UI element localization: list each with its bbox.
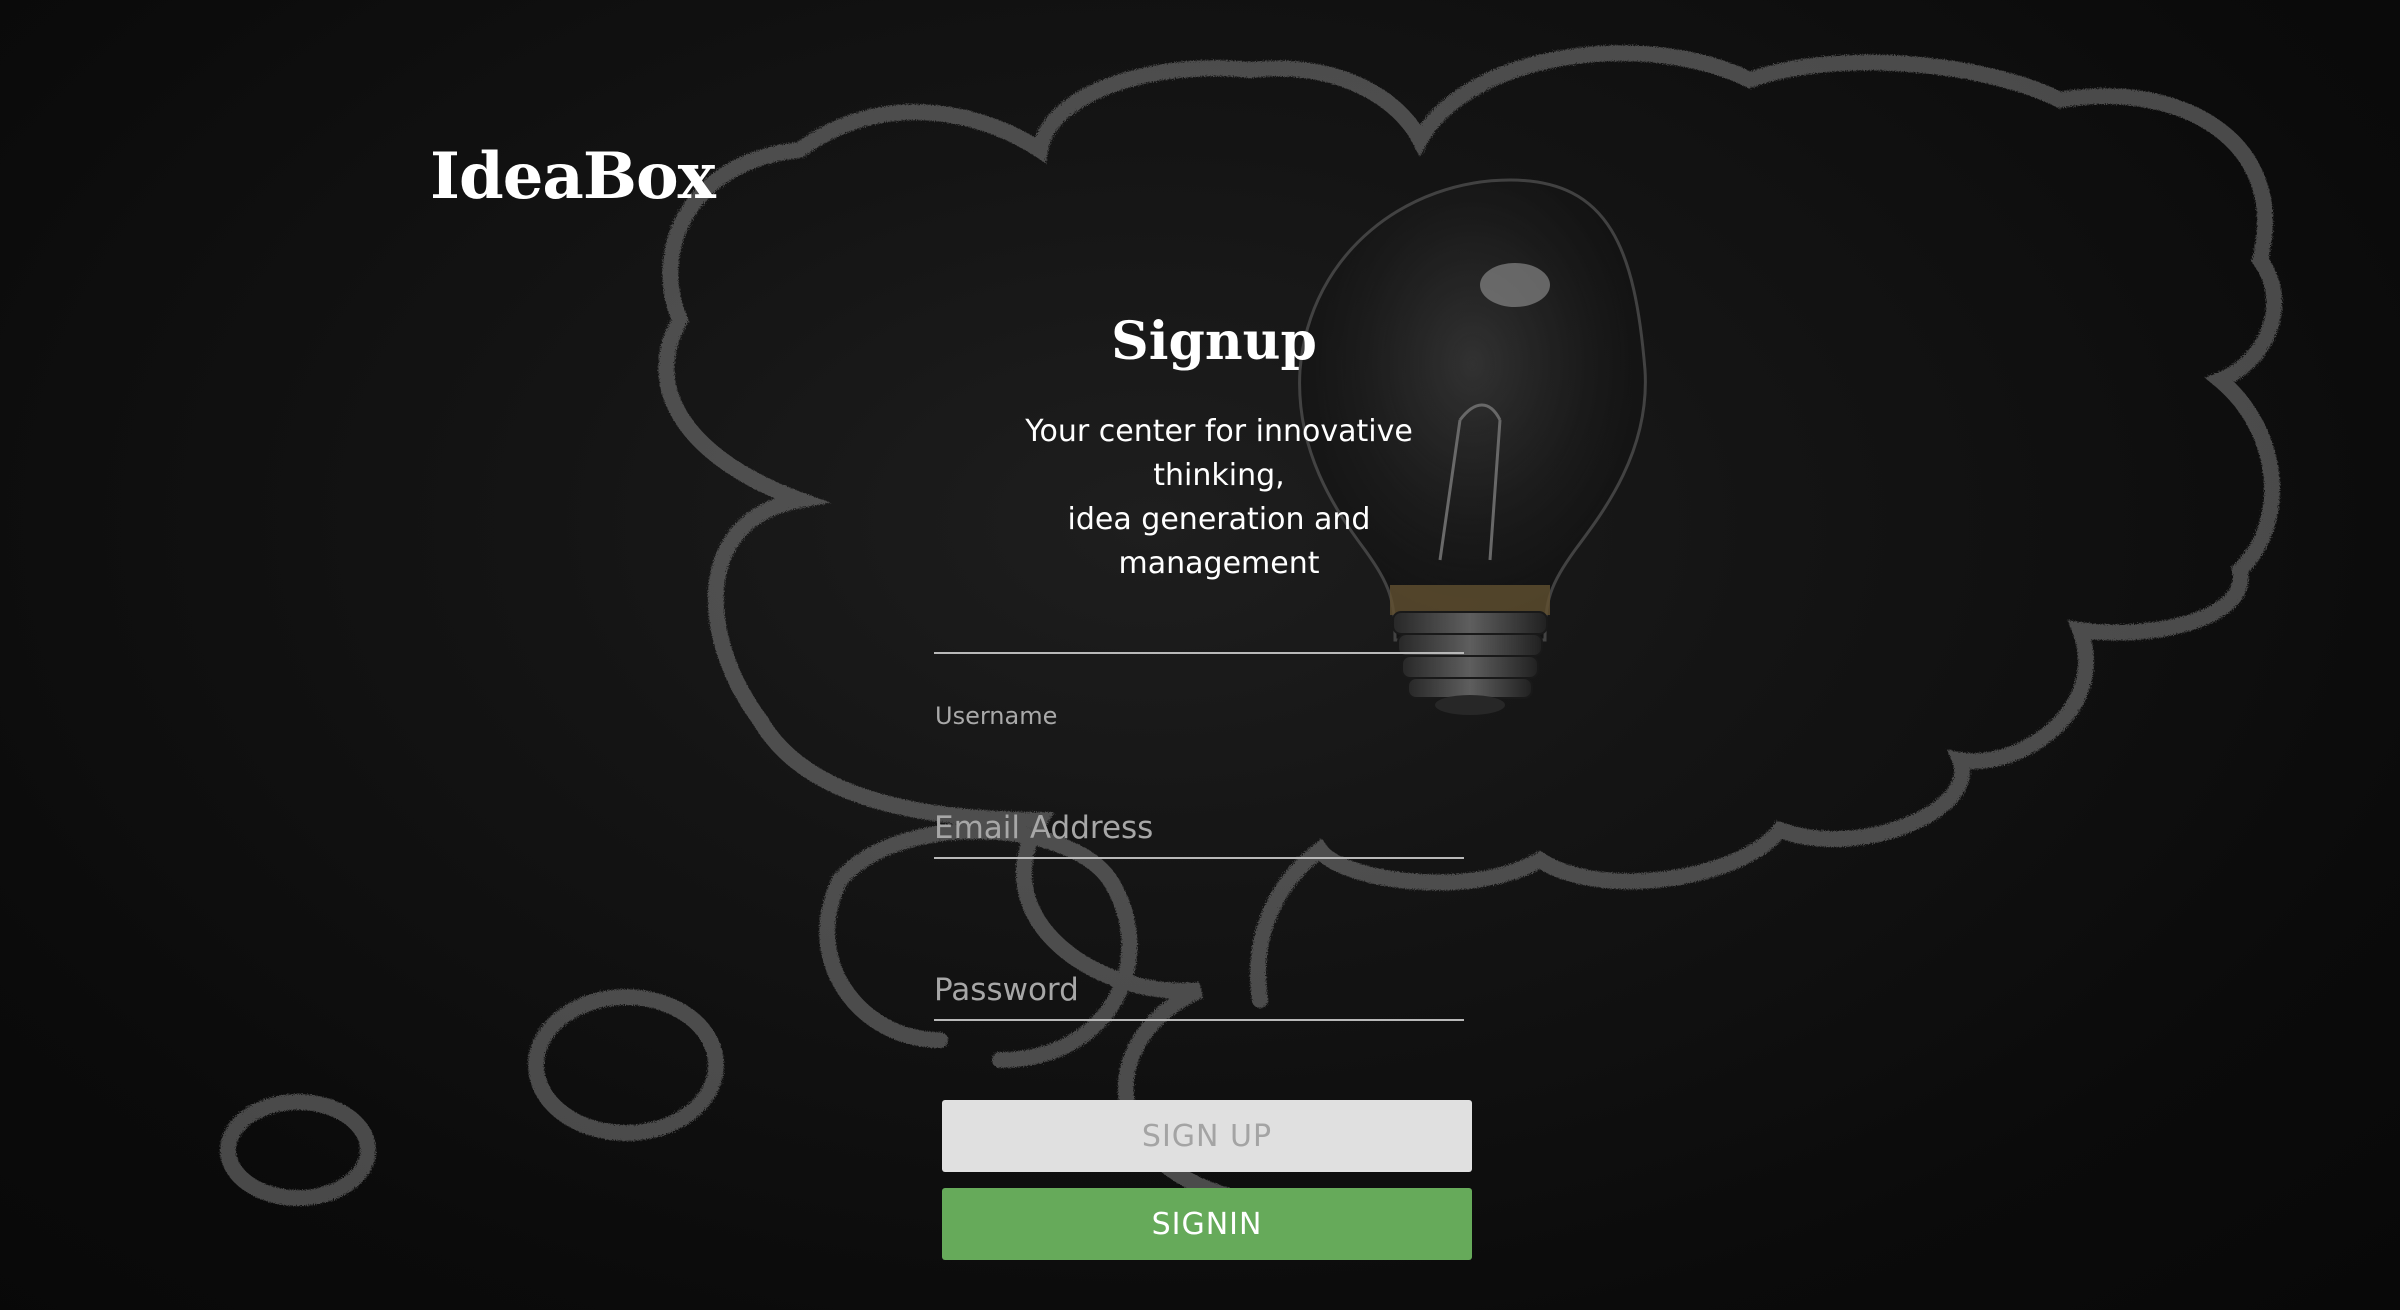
signup-page: IdeaBox Signup Your center for innovativ… bbox=[0, 0, 2400, 1310]
username-label: Username bbox=[935, 702, 1058, 730]
app-logo: IdeaBox bbox=[430, 139, 716, 214]
subtitle-line-1: Your center for innovative thinking, bbox=[1025, 414, 1413, 493]
signup-header: Signup Your center for innovative thinki… bbox=[934, 300, 1474, 586]
subtitle-line-2: idea generation and management bbox=[1067, 502, 1371, 581]
username-field[interactable] bbox=[934, 598, 1464, 654]
page-subtitle: Your center for innovative thinking, ide… bbox=[934, 410, 1474, 586]
page-title: Signup bbox=[1111, 311, 1317, 372]
email-field[interactable] bbox=[934, 803, 1464, 859]
username-input[interactable] bbox=[934, 598, 1464, 648]
email-input[interactable] bbox=[934, 803, 1464, 853]
password-field[interactable] bbox=[934, 965, 1464, 1021]
sign-in-button[interactable]: SIGNIN bbox=[942, 1188, 1472, 1260]
sign-up-button[interactable]: SIGN UP bbox=[942, 1100, 1472, 1172]
password-input[interactable] bbox=[934, 965, 1464, 1015]
